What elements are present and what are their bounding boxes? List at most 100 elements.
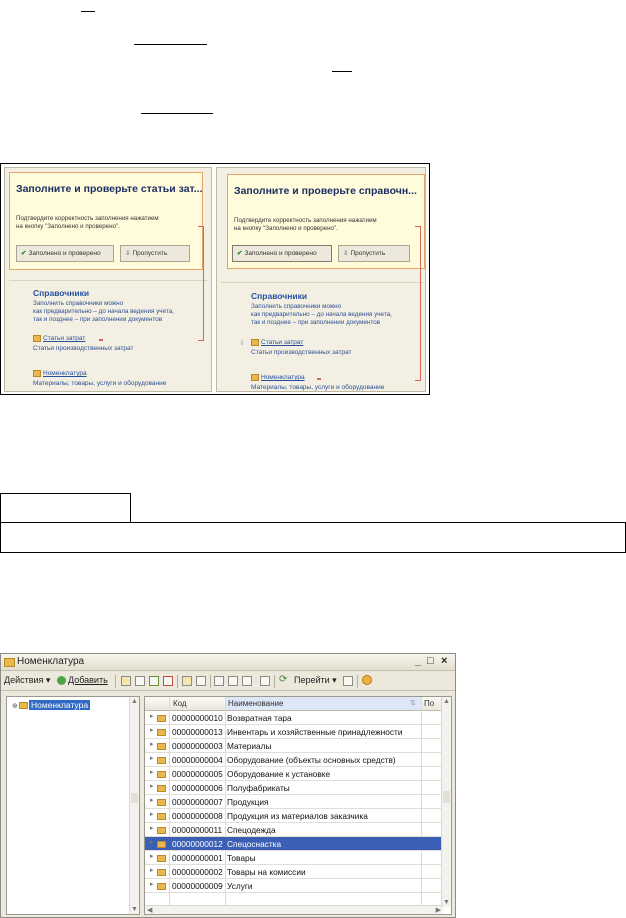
- table-row[interactable]: ▸ 00000000006 Полуфабрикаты: [145, 781, 443, 795]
- folder-icon: [157, 827, 166, 834]
- filter-list-icon[interactable]: [228, 676, 238, 686]
- table-row[interactable]: ▸ 00000000004 Оборудование (объекты основн…: [145, 753, 443, 767]
- table-row[interactable]: ▸ 00000000007 Продукция: [145, 795, 443, 809]
- cell-code: 00000000004: [172, 755, 223, 765]
- scroll-down-icon[interactable]: ▼: [131, 906, 138, 913]
- nomenclature-window: Номенклатура _ □ × Действия ▾ Добавить ⟳…: [0, 653, 456, 918]
- table-row[interactable]: ▸ 00000000003 Материалы: [145, 739, 443, 753]
- actions-menu[interactable]: Действия ▾: [4, 675, 50, 686]
- note-title: Заполните и проверьте статьи зат...: [16, 183, 203, 195]
- skip-button[interactable]: ⇓ Пропустить: [338, 245, 410, 262]
- refresh-icon[interactable]: ⟳: [279, 674, 287, 685]
- tree-scrollbar[interactable]: ▲ ▼: [129, 697, 139, 914]
- row-marker-icon: ▸: [150, 741, 154, 748]
- table-row[interactable]: ▸ 00000000005 Оборудование к установке: [145, 767, 443, 781]
- scroll-down-icon[interactable]: ▼: [443, 899, 450, 906]
- folder-icon: [157, 785, 166, 792]
- add-folder-icon[interactable]: [121, 676, 131, 686]
- cell-name: Оборудование к установке: [227, 769, 331, 779]
- folder-icon: [157, 841, 166, 848]
- toolbar-separator: [115, 675, 116, 688]
- help-icon[interactable]: [362, 675, 372, 685]
- table-row[interactable]: ▸ 00000000013 Инвентарь и хозяйственные пр…: [145, 725, 443, 739]
- table-row[interactable]: ▸ 00000000010 Возвратная тара: [145, 711, 443, 725]
- delete-icon[interactable]: [163, 676, 173, 686]
- skip-button[interactable]: ⇓ Пропустить: [120, 245, 190, 262]
- link-cost-items[interactable]: Статьи затрат: [33, 335, 85, 342]
- row-marker-icon: ▸: [150, 713, 154, 720]
- note-panel: Заполните и проверьте статьи зат... Подт…: [9, 172, 203, 270]
- hierarchy-icon[interactable]: [182, 676, 192, 686]
- cell-code: 00000000009: [172, 881, 223, 891]
- link-cost-items[interactable]: Статьи затрат: [251, 339, 303, 346]
- link-nomenclature[interactable]: Номенклатура: [251, 374, 305, 381]
- scroll-thumb[interactable]: [443, 791, 450, 803]
- add-button[interactable]: Добавить: [68, 675, 108, 685]
- section-description: Заполнить справочники можно как предвари…: [33, 300, 174, 323]
- cell-code: 00000000001: [172, 853, 223, 863]
- toolbar: Действия ▾ Добавить ⟳ Перейти ▾: [1, 671, 455, 691]
- cell-code: 00000000010: [172, 713, 223, 723]
- filter-value-icon[interactable]: [242, 676, 252, 686]
- close-button[interactable]: ×: [441, 655, 447, 667]
- sort-icon: ⇅: [410, 700, 416, 707]
- folder-icon: [157, 883, 166, 890]
- link-nomenclature-desc: Материалы, товары, услуги и оборудование: [33, 380, 167, 387]
- filter-icon[interactable]: [214, 676, 224, 686]
- done-button[interactable]: ✔ Заполнено и проверено: [16, 245, 114, 262]
- link-nomenclature[interactable]: Номенклатура: [33, 370, 87, 377]
- scroll-up-icon[interactable]: ▲: [131, 698, 138, 705]
- scroll-up-icon[interactable]: ▲: [443, 698, 450, 705]
- done-button[interactable]: ✔ Заполнено и проверено: [232, 245, 332, 262]
- cell-name: Спецодежда: [227, 825, 276, 835]
- underline-mark-3: [332, 71, 352, 72]
- tree-root-node[interactable]: Номенклатура: [29, 700, 91, 710]
- table-row[interactable]: ▸ 00000000001 Товары: [145, 851, 443, 865]
- section-description: Заполнить справочники можно как предвари…: [251, 303, 392, 326]
- row-marker-icon: ▸: [150, 867, 154, 874]
- divider: [221, 282, 423, 283]
- cell-code: 00000000006: [172, 783, 223, 793]
- table-scrollbar[interactable]: ▲ ▼: [441, 697, 451, 907]
- screenshots-figure: Заполните и проверьте статьи зат... Подт…: [0, 163, 430, 395]
- cell-code: 00000000007: [172, 797, 223, 807]
- level-up-icon[interactable]: [196, 676, 206, 686]
- edit-icon[interactable]: [149, 676, 159, 686]
- folder-icon: [157, 855, 166, 862]
- window-title: Номенклатура: [17, 656, 85, 667]
- group-tree[interactable]: ⊕ Номенклатура ▲ ▼: [6, 696, 140, 915]
- copy-icon[interactable]: [135, 676, 145, 686]
- expand-icon[interactable]: ⊕: [12, 702, 18, 710]
- scroll-right-icon[interactable]: ▶: [436, 906, 441, 914]
- table-row[interactable]: ▸ 00000000009 Услуги: [145, 879, 443, 893]
- check-icon: ✔: [21, 250, 27, 257]
- pointer-mark: [99, 339, 103, 341]
- cell-code: 00000000011: [172, 825, 223, 835]
- list-settings-icon[interactable]: [343, 676, 353, 686]
- table-row[interactable]: ▸ 00000000002 Товары на комиссии: [145, 865, 443, 879]
- cell-name: Оборудование (объекты основных средств): [227, 755, 396, 765]
- maximize-button[interactable]: □: [427, 655, 434, 667]
- table-row[interactable]: ▸ 00000000011 Спецодежда: [145, 823, 443, 837]
- text-box-body: [0, 522, 626, 553]
- goto-menu[interactable]: Перейти ▾: [294, 675, 337, 686]
- scroll-thumb[interactable]: [131, 793, 138, 803]
- table-row[interactable]: ▸ 00000000012 Спецоснастка: [145, 837, 443, 851]
- minimize-button[interactable]: _: [415, 655, 421, 667]
- underline-mark-2: [134, 44, 207, 45]
- cell-code: 00000000012: [172, 839, 223, 849]
- table-header: Код Наименование ⇅ По: [145, 697, 451, 711]
- header-cell-name[interactable]: Наименование ⇅: [225, 697, 421, 710]
- skip-icon: ⇓: [125, 250, 131, 257]
- folder-icon: [157, 729, 166, 736]
- scroll-left-icon[interactable]: ◀: [147, 906, 152, 914]
- row-marker-icon: ▸: [150, 853, 154, 860]
- toolbar-separator: [357, 675, 358, 688]
- note-title: Заполните и проверьте справочн...: [234, 185, 417, 197]
- table-hscrollbar[interactable]: ◀ ▶: [145, 905, 443, 914]
- table-row[interactable]: ▸ 00000000008 Продукция из материалов зака…: [145, 809, 443, 823]
- header-cell-code[interactable]: Код: [169, 697, 225, 710]
- clear-filter-icon[interactable]: [260, 676, 270, 686]
- cell-name: Продукция: [227, 797, 269, 807]
- header-cell-extra[interactable]: По: [421, 697, 443, 710]
